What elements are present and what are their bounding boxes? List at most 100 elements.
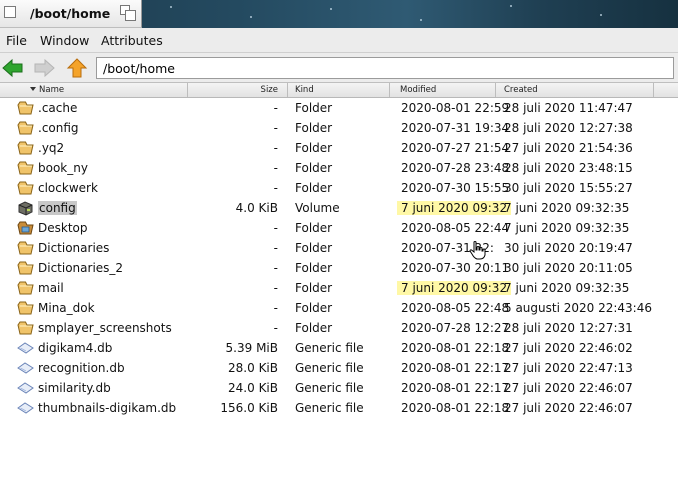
file-icon bbox=[17, 380, 34, 396]
file-created: 28 juli 2020 12:27:31 bbox=[504, 321, 633, 335]
file-row[interactable]: .cache - Folder 2020-08-01 22:59 28 juli 202… bbox=[0, 98, 678, 118]
folder-icon bbox=[17, 160, 34, 176]
file-row[interactable]: config 4.0 KiB Volume 7 juni 2020 09:32 7 ju… bbox=[0, 198, 678, 218]
file-row[interactable]: digikam4.db 5.39 MiB Generic file 2020-08-0… bbox=[0, 338, 678, 358]
file-kind: Folder bbox=[295, 261, 333, 275]
menu-file[interactable]: File bbox=[6, 33, 27, 48]
file-row[interactable]: thumbnails-digikam.db 156.0 KiB Generic fi… bbox=[0, 398, 678, 418]
file-kind: Folder bbox=[295, 301, 333, 315]
window-title: /boot/home bbox=[30, 6, 111, 21]
column-kind[interactable]: Kind bbox=[288, 83, 390, 97]
modified-highlight: 7 juni 2020 09:32 bbox=[397, 201, 512, 215]
file-name: book_ny bbox=[38, 161, 88, 175]
file-row[interactable]: Desktop - Folder 2020-08-05 22:44 7 juni 202… bbox=[0, 218, 678, 238]
modified-highlight: 7 juni 2020 09:32 bbox=[397, 281, 512, 295]
file-created: 30 juli 2020 15:55:27 bbox=[504, 181, 633, 195]
back-arrow-icon[interactable] bbox=[2, 58, 24, 78]
file-size: 5.39 MiB bbox=[225, 341, 278, 355]
file-row[interactable]: .config - Folder 2020-07-31 19:34 28 juli 20… bbox=[0, 118, 678, 138]
file-row[interactable]: clockwerk - Folder 2020-07-30 15:55 30 juli … bbox=[0, 178, 678, 198]
file-created: 27 juli 2020 22:46:07 bbox=[504, 381, 633, 395]
file-name: config bbox=[38, 201, 77, 215]
file-size: 28.0 KiB bbox=[228, 361, 278, 375]
file-row[interactable]: smplayer_screenshots - Folder 2020-07-28 12… bbox=[0, 318, 678, 338]
file-row[interactable]: mail - Folder 7 juni 2020 09:32 7 juni 2020 … bbox=[0, 278, 678, 298]
file-kind: Generic file bbox=[295, 381, 364, 395]
file-size: - bbox=[273, 181, 278, 195]
column-modified[interactable]: Modified bbox=[390, 83, 496, 97]
window-tab[interactable]: /boot/home bbox=[0, 0, 142, 28]
file-created: 7 juni 2020 09:32:35 bbox=[504, 201, 630, 215]
file-modified: 7 juni 2020 09:32 bbox=[397, 281, 512, 295]
file-modified: 2020-08-05 22:44 bbox=[401, 221, 510, 235]
up-arrow-icon[interactable] bbox=[66, 58, 88, 78]
file-icon bbox=[17, 340, 34, 356]
file-modified: 2020-07-27 21:54 bbox=[401, 141, 510, 155]
file-size: - bbox=[273, 241, 278, 255]
file-name: similarity.db bbox=[38, 381, 111, 395]
file-kind: Folder bbox=[295, 101, 333, 115]
column-modified-label: Modified bbox=[400, 85, 437, 95]
file-size: - bbox=[273, 281, 278, 295]
file-created: 7 juni 2020 09:32:35 bbox=[504, 281, 630, 295]
column-kind-label: Kind bbox=[295, 85, 314, 95]
file-modified: 2020-08-05 22:48 bbox=[401, 301, 510, 315]
file-row[interactable]: Dictionaries_2 - Folder 2020-07-30 20:11 30 … bbox=[0, 258, 678, 278]
file-row[interactable]: .yq2 - Folder 2020-07-27 21:54 27 juli 2020 … bbox=[0, 138, 678, 158]
file-name: Desktop bbox=[38, 221, 88, 235]
file-name: Dictionaries_2 bbox=[38, 261, 124, 275]
file-row[interactable]: Mina_dok - Folder 2020-08-05 22:48 5 augusti… bbox=[0, 298, 678, 318]
column-size-label: Size bbox=[260, 85, 278, 95]
folder-icon bbox=[17, 320, 34, 336]
file-kind: Folder bbox=[295, 321, 333, 335]
file-size: 4.0 KiB bbox=[235, 201, 278, 215]
file-created: 27 juli 2020 21:54:36 bbox=[504, 141, 633, 155]
file-size: 156.0 KiB bbox=[220, 401, 278, 415]
file-modified: 2020-07-30 15:55 bbox=[401, 181, 510, 195]
file-modified: 2020-08-01 22:18 bbox=[401, 401, 510, 415]
file-row[interactable]: similarity.db 24.0 KiB Generic file 2020-08… bbox=[0, 378, 678, 398]
file-icon bbox=[17, 400, 34, 416]
folder-icon bbox=[17, 300, 34, 316]
menu-attributes[interactable]: Attributes bbox=[101, 33, 163, 48]
file-kind: Generic file bbox=[295, 401, 364, 415]
zoom-icon[interactable] bbox=[120, 5, 136, 21]
file-row[interactable]: book_ny - Folder 2020-07-28 23:48 28 juli 20… bbox=[0, 158, 678, 178]
file-icon bbox=[17, 360, 34, 376]
file-name: recognition.db bbox=[38, 361, 125, 375]
file-kind: Generic file bbox=[295, 361, 364, 375]
file-created: 27 juli 2020 22:46:02 bbox=[504, 341, 633, 355]
folder-icon bbox=[17, 180, 34, 196]
close-icon[interactable] bbox=[4, 6, 16, 18]
file-kind: Folder bbox=[295, 221, 333, 235]
forward-arrow-icon[interactable] bbox=[33, 58, 55, 78]
file-size: - bbox=[273, 301, 278, 315]
desktop-star bbox=[510, 5, 512, 7]
menu-window[interactable]: Window bbox=[40, 33, 89, 48]
file-modified: 2020-07-28 23:48 bbox=[401, 161, 510, 175]
file-name: thumbnails-digikam.db bbox=[38, 401, 177, 415]
file-row[interactable]: recognition.db 28.0 KiB Generic file 2020-0… bbox=[0, 358, 678, 378]
file-name: smplayer_screenshots bbox=[38, 321, 172, 335]
file-created: 28 juli 2020 11:47:47 bbox=[504, 101, 633, 115]
file-modified: 2020-08-01 22:18 bbox=[401, 341, 510, 355]
file-name: clockwerk bbox=[38, 181, 98, 195]
file-created: 5 augusti 2020 22:43:46 bbox=[504, 301, 652, 315]
volume-icon bbox=[17, 200, 34, 216]
column-header: Name Size Kind Modified Created bbox=[0, 83, 678, 98]
navigation-toolbar bbox=[0, 53, 678, 83]
file-size: - bbox=[273, 321, 278, 335]
column-size[interactable]: Size bbox=[188, 83, 288, 97]
desktop-icon bbox=[17, 220, 34, 236]
file-created: 30 juli 2020 20:11:05 bbox=[504, 261, 633, 275]
file-kind: Folder bbox=[295, 121, 333, 135]
path-input[interactable] bbox=[96, 57, 674, 79]
file-row[interactable]: Dictionaries - Folder 2020-07-31 22: 30 juli… bbox=[0, 238, 678, 258]
file-kind: Folder bbox=[295, 181, 333, 195]
file-created: 30 juli 2020 20:19:47 bbox=[504, 241, 633, 255]
column-created[interactable]: Created bbox=[496, 83, 654, 97]
column-name[interactable]: Name bbox=[0, 83, 188, 97]
file-kind: Folder bbox=[295, 241, 333, 255]
file-name: mail bbox=[38, 281, 64, 295]
file-size: - bbox=[273, 261, 278, 275]
